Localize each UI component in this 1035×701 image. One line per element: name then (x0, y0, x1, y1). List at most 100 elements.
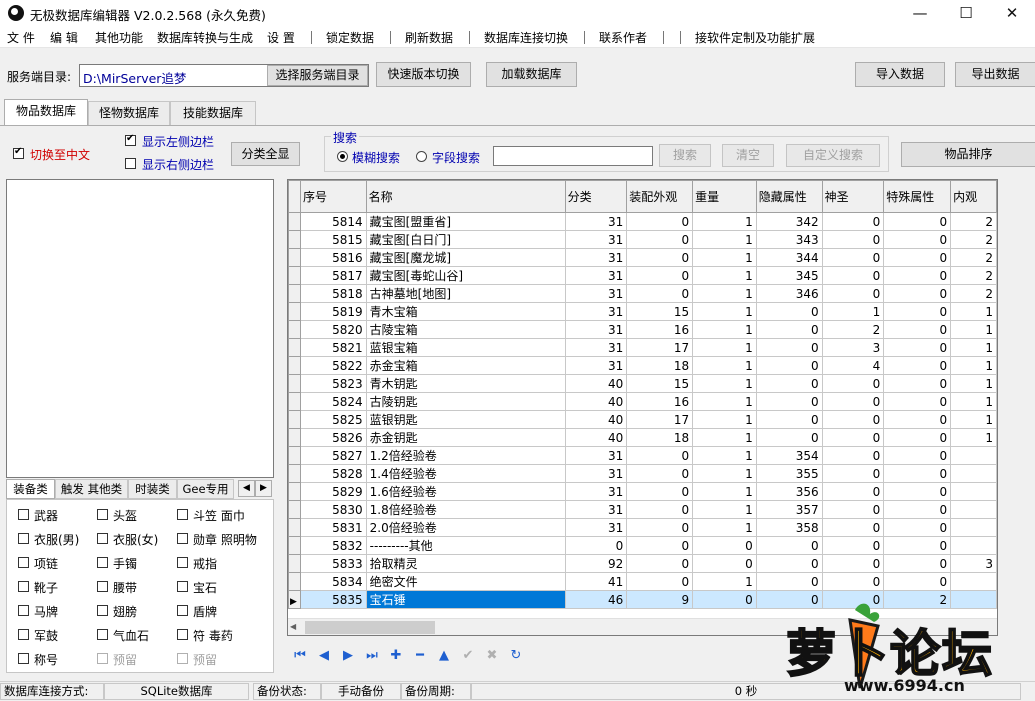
custom-search-button[interactable]: 自定义搜索 (786, 144, 880, 167)
category-checkbox[interactable] (177, 653, 188, 664)
tab-scroll-right-icon[interactable]: ▶ (255, 480, 272, 497)
row-indicator[interactable] (288, 464, 301, 483)
table-cell[interactable]: 0 (626, 518, 694, 537)
table-cell[interactable]: 1 (692, 500, 757, 519)
table-row[interactable]: 5823 青木钥匙 40 15 1 0 0 0 1 (288, 374, 997, 393)
tab-monsters-db[interactable]: 怪物数据库 (88, 101, 170, 125)
table-cell[interactable]: 1 (692, 392, 757, 411)
table-cell[interactable]: 青木宝箱 (365, 302, 566, 321)
table-cell[interactable]: 31 (564, 212, 628, 231)
table-row[interactable]: 5820 古陵宝箱 31 16 1 0 2 0 1 (288, 320, 997, 339)
category-checkbox[interactable] (18, 581, 29, 592)
table-cell[interactable]: 0 (821, 248, 885, 267)
table-row[interactable]: 5824 古陵钥匙 40 16 1 0 0 0 1 (288, 392, 997, 411)
table-cell[interactable]: 4 (821, 356, 885, 375)
table-cell[interactable] (950, 500, 997, 519)
switch-chinese-checkbox[interactable] (13, 146, 24, 159)
table-row[interactable]: 5830 1.8倍经验卷 31 0 1 357 0 0 (288, 500, 997, 519)
column-header[interactable]: 重量 (692, 180, 757, 213)
quick-version-switch-button[interactable]: 快速版本切换 (376, 62, 471, 87)
table-row[interactable]: 5822 赤金宝箱 31 18 1 0 4 0 1 (288, 356, 997, 375)
table-cell[interactable]: 0 (821, 266, 885, 285)
table-row[interactable]: 5832 ---------其他 0 0 0 0 0 0 (288, 536, 997, 555)
table-cell[interactable]: 0 (883, 572, 952, 591)
table-cell[interactable]: 绝密文件 (365, 572, 566, 591)
table-cell[interactable]: 5814 (299, 212, 367, 231)
table-cell[interactable]: 1 (950, 320, 997, 339)
table-cell[interactable]: 346 (755, 284, 823, 303)
table-cell[interactable]: 0 (883, 356, 952, 375)
table-cell[interactable]: 0 (755, 410, 823, 429)
menu-custom-dev[interactable]: 接软件定制及功能扩展 (695, 29, 815, 46)
table-cell[interactable]: 0 (821, 410, 885, 429)
cat-tab-equipment[interactable]: 装备类 (6, 479, 55, 499)
table-cell[interactable]: 5826 (299, 428, 367, 447)
show-right-sidebar-checkbox[interactable] (125, 158, 136, 169)
table-cell[interactable] (950, 572, 997, 591)
category-checkbox[interactable] (97, 581, 108, 592)
cat-tab-trigger-other[interactable]: 触发 其他类 (55, 479, 128, 499)
row-indicator[interactable] (288, 320, 301, 339)
row-indicator[interactable] (288, 392, 301, 411)
cat-tab-gee[interactable]: Gee专用 (177, 479, 234, 499)
table-cell[interactable]: 5832 (299, 536, 367, 555)
table-cell[interactable]: 0 (821, 482, 885, 501)
table-cell[interactable]: 0 (883, 464, 952, 483)
table-cell[interactable]: 0 (821, 500, 885, 519)
table-row[interactable]: 5829 1.6倍经验卷 31 0 1 356 0 0 (288, 482, 997, 501)
table-cell[interactable]: 343 (755, 230, 823, 249)
table-cell[interactable]: 0 (883, 428, 952, 447)
category-checkbox[interactable] (97, 509, 108, 520)
table-cell[interactable]: 31 (564, 500, 628, 519)
row-indicator[interactable] (288, 338, 301, 357)
table-cell[interactable]: 1 (950, 410, 997, 429)
table-cell[interactable]: 0 (755, 338, 823, 357)
table-cell[interactable]: 0 (821, 518, 885, 537)
table-cell[interactable]: 5820 (299, 320, 367, 339)
table-cell[interactable]: 5817 (299, 266, 367, 285)
row-indicator[interactable] (288, 518, 301, 537)
table-cell[interactable]: 1 (692, 482, 757, 501)
table-cell[interactable]: 0 (626, 554, 694, 573)
table-cell[interactable]: 16 (626, 320, 694, 339)
table-cell[interactable]: 2 (950, 266, 997, 285)
table-cell[interactable]: 0 (626, 212, 694, 231)
table-cell[interactable]: 5830 (299, 500, 367, 519)
table-cell[interactable]: 0 (821, 230, 885, 249)
table-cell[interactable]: 0 (883, 446, 952, 465)
table-cell[interactable]: 5833 (299, 554, 367, 573)
table-cell[interactable]: 344 (755, 248, 823, 267)
table-row[interactable]: 5825 蓝银钥匙 40 17 1 0 0 0 1 (288, 410, 997, 429)
nav-last-icon[interactable]: ⏭ (364, 648, 380, 664)
menu-db-convert[interactable]: 数据库转换与生成 (157, 29, 253, 46)
nav-prior-icon[interactable]: ◀ (316, 648, 332, 664)
table-cell[interactable]: 古陵钥匙 (365, 392, 566, 411)
category-checkbox[interactable] (177, 557, 188, 568)
table-cell[interactable]: 0 (755, 320, 823, 339)
table-cell[interactable]: 3 (821, 338, 885, 357)
table-cell[interactable]: 40 (564, 374, 628, 393)
table-cell[interactable]: 1 (692, 320, 757, 339)
row-indicator[interactable] (288, 572, 301, 591)
menu-contact-author[interactable]: 联系作者 (599, 29, 647, 46)
menu-db-switch[interactable]: 数据库连接切换 (484, 29, 568, 46)
nav-insert-icon[interactable]: ✚ (388, 648, 404, 664)
table-cell[interactable]: 5822 (299, 356, 367, 375)
row-indicator[interactable] (288, 302, 301, 321)
nav-refresh-icon[interactable]: ↻ (508, 648, 524, 664)
table-cell[interactable]: 1.8倍经验卷 (365, 500, 566, 519)
table-cell[interactable]: 5819 (299, 302, 367, 321)
tab-skills-db[interactable]: 技能数据库 (170, 101, 256, 125)
category-checkbox[interactable] (97, 533, 108, 544)
table-cell[interactable]: 1 (692, 518, 757, 537)
category-checkbox[interactable] (97, 557, 108, 568)
table-cell[interactable]: 31 (564, 356, 628, 375)
category-checkbox[interactable] (18, 629, 29, 640)
table-cell[interactable]: 1 (692, 284, 757, 303)
table-cell[interactable]: 0 (883, 554, 952, 573)
menu-edit[interactable]: 编 辑 (50, 29, 78, 46)
scroll-left-arrow-icon[interactable]: ◀ (290, 622, 296, 631)
table-cell[interactable]: 1 (692, 464, 757, 483)
table-cell[interactable]: 0 (821, 374, 885, 393)
table-cell[interactable]: 15 (626, 374, 694, 393)
